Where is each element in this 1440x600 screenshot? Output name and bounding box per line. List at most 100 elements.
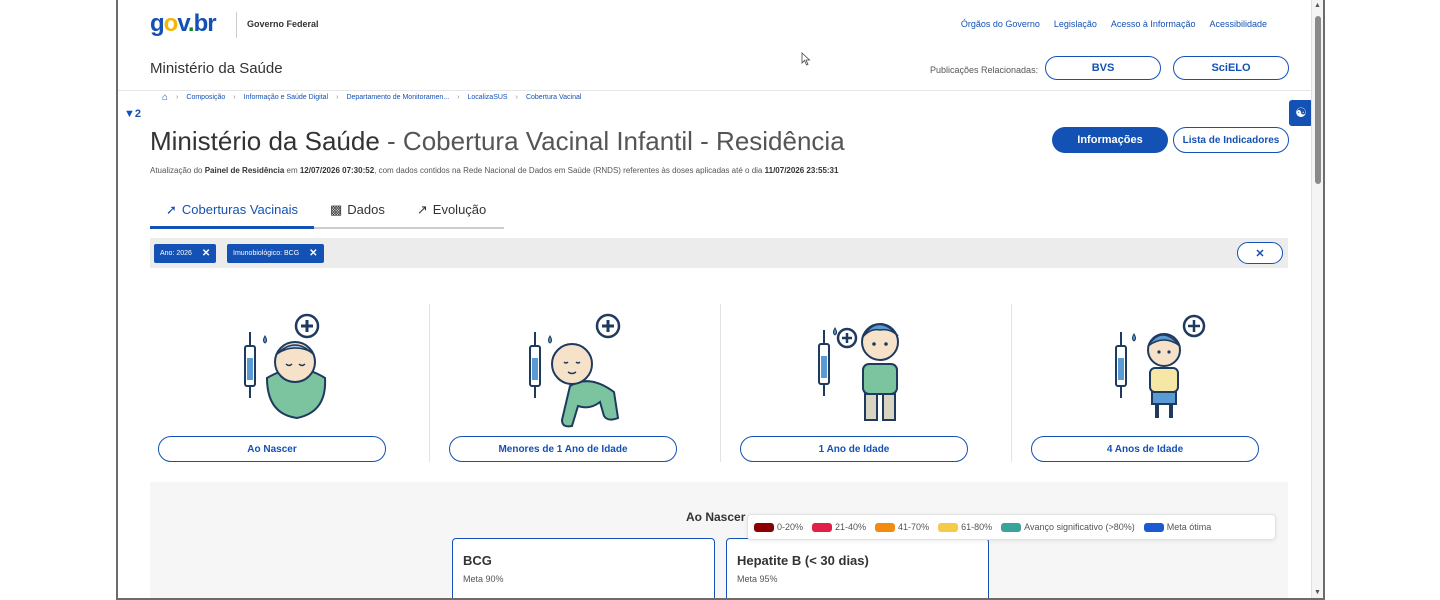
chevron-right-icon: › <box>515 94 518 101</box>
breadcrumb: ⌂ › Composição › Informação e Saúde Digi… <box>162 92 581 103</box>
breadcrumb-item[interactable]: Composição <box>186 94 225 101</box>
accessibility-icon[interactable]: ☯ <box>1289 100 1313 126</box>
age-card-ao-nascer: Ao Nascer <box>138 304 429 462</box>
legend-swatch <box>1001 522 1022 532</box>
legend-item: Meta ótima <box>1143 522 1212 532</box>
1-ano-button[interactable]: 1 Ano de Idade <box>740 436 968 462</box>
vaccine-name: Hepatite B (< 30 dias) <box>737 553 869 568</box>
chevron-right-icon: › <box>457 94 460 101</box>
filter-chip-ano[interactable]: Ano: 2026 ✕ <box>154 244 217 263</box>
ministry-name[interactable]: Ministério da Saúde <box>150 60 283 77</box>
legend-label: 41-70% <box>898 522 930 532</box>
update-panel: Painel de Residência <box>204 166 285 175</box>
chevron-right-icon: › <box>336 94 339 101</box>
crawling-baby-illustration-icon <box>528 313 620 428</box>
publications-label: Publicações Relacionadas: <box>930 65 1039 75</box>
tab-dados[interactable]: ▩ Dados <box>314 198 401 227</box>
legend-swatch <box>812 522 833 532</box>
legend-item: Avanço significativo (>80%) <box>1001 522 1135 532</box>
legend-item: 41-70% <box>875 522 929 532</box>
vaccine-meta: Meta 95% <box>737 574 778 584</box>
close-icon[interactable]: ✕ <box>202 248 210 259</box>
link-acesso-informacao[interactable]: Acesso à Informação <box>1111 19 1196 29</box>
chip-label: Ano: 2026 <box>160 250 192 257</box>
legend-label: Avanço significativo (>80%) <box>1024 522 1135 532</box>
update-text: Atualização do <box>150 166 205 175</box>
link-legislacao[interactable]: Legislação <box>1054 19 1097 29</box>
legend-item: 0-20% <box>754 522 803 532</box>
lista-indicadores-button[interactable]: Lista de Indicadores <box>1173 127 1289 153</box>
scrollbar-thumb[interactable] <box>1315 16 1321 184</box>
page-title-sub: Cobertura Vacinal Infantil - Residência <box>402 126 845 156</box>
card-divider <box>429 304 430 462</box>
home-icon[interactable]: ⌂ <box>162 92 168 103</box>
legend-swatch <box>754 522 774 532</box>
scroll-up-icon[interactable]: ▲ <box>1314 2 1321 9</box>
chevron-right-icon: › <box>176 94 179 101</box>
active-filters-bar: Ano: 2026 ✕ Imunobiológico: BCG ✕ ✕ <box>150 238 1288 268</box>
child-illustration-icon <box>1114 314 1205 418</box>
legend-label: 21-40% <box>835 522 867 532</box>
close-icon[interactable]: ✕ <box>309 248 317 259</box>
bvs-button[interactable]: BVS <box>1045 56 1161 80</box>
tab-label: Dados <box>347 202 385 217</box>
breadcrumb-item-current: Cobertura Vacinal <box>525 94 582 101</box>
scielo-button[interactable]: SciELO <box>1173 56 1289 80</box>
filter-count: 2 <box>134 108 142 120</box>
breadcrumb-item[interactable]: LocalizaSUS <box>468 94 508 101</box>
page-title: Ministério da Saúde - Cobertura Vacinal … <box>150 126 845 157</box>
bar-chart-icon: ▩ <box>330 202 343 217</box>
informacoes-button[interactable]: Informações <box>1052 127 1168 153</box>
mouse-cursor-icon <box>801 52 811 66</box>
vaccine-name: BCG <box>463 553 492 568</box>
update-text: , com dados contidos na Rede Nacional de… <box>374 166 765 175</box>
link-acessibilidade[interactable]: Acessibilidade <box>1209 19 1267 29</box>
syringe-icon: ➚ <box>166 202 177 217</box>
page-title-dash: - <box>379 126 403 156</box>
link-orgaos[interactable]: Órgãos do Governo <box>961 19 1040 29</box>
gov-label: Governo Federal <box>247 19 319 29</box>
breadcrumb-item[interactable]: Departamento de Monitoramen... <box>346 94 449 101</box>
filter-chip-imunobiologico[interactable]: Imunobiológico: BCG ✕ <box>227 244 324 263</box>
ao-nascer-button[interactable]: Ao Nascer <box>158 436 386 462</box>
vertical-scrollbar[interactable]: ▲ ▼ <box>1311 0 1323 598</box>
line-chart-icon: ↗ <box>416 202 428 217</box>
tab-bar: ➚ Coberturas Vacinais ▩ Dados ↗ Evolução <box>150 198 504 229</box>
tab-label: Coberturas Vacinais <box>181 202 298 217</box>
legend-swatch <box>1143 522 1164 532</box>
legend-swatch <box>938 522 959 532</box>
browser-window: gov.br Governo Federal Órgãos do Governo… <box>116 0 1325 600</box>
page-title-main: Ministério da Saúde <box>150 126 380 156</box>
scroll-down-icon[interactable]: ▼ <box>1314 589 1321 596</box>
legend-label: 61-80% <box>961 522 993 532</box>
data-cutoff-date: 11/07/2026 23:55:31 <box>764 166 839 175</box>
vaccine-card-hepatite-b[interactable]: Hepatite B (< 30 dias) Meta 95% <box>726 538 989 598</box>
age-card-1-ano: 1 Ano de Idade <box>720 304 1011 462</box>
age-card-4-anos: 4 Anos de Idade <box>1011 304 1302 462</box>
card-divider <box>1011 304 1012 462</box>
govbr-logo[interactable]: gov.br <box>150 10 217 38</box>
coverage-legend: 0-20% 21-40% 41-70% 61-80% Avanço signif… <box>747 514 1276 540</box>
legend-label: Meta ótima <box>1166 522 1212 532</box>
clear-filters-button[interactable]: ✕ <box>1237 242 1283 264</box>
update-info: Atualização do Painel de Residência em 1… <box>150 166 838 175</box>
tab-evolucao[interactable]: ↗ Evolução <box>401 198 502 227</box>
legend-item: 21-40% <box>812 522 866 532</box>
menores-1-ano-button[interactable]: Menores de 1 Ano de Idade <box>449 436 677 462</box>
filter-toggle-button[interactable]: ▼2 <box>124 108 141 120</box>
vaccines-panel: Ao Nascer <box>150 482 1288 598</box>
update-text: em <box>284 166 300 175</box>
chip-label: Imunobiológico: BCG <box>233 250 300 257</box>
chevron-right-icon: › <box>233 94 236 101</box>
toddler-illustration-icon <box>817 323 899 421</box>
vaccine-card-bcg[interactable]: BCG Meta 90% <box>452 538 715 598</box>
vaccine-meta: Meta 90% <box>463 574 504 584</box>
section-title: Ao Nascer <box>686 510 746 524</box>
logo-divider <box>236 12 237 38</box>
breadcrumb-item[interactable]: Informação e Saúde Digital <box>244 94 328 101</box>
legend-item: 61-80% <box>938 522 992 532</box>
card-divider <box>720 304 721 462</box>
tab-coberturas[interactable]: ➚ Coberturas Vacinais <box>150 198 314 229</box>
4-anos-button[interactable]: 4 Anos de Idade <box>1031 436 1259 462</box>
close-icon: ✕ <box>1255 247 1265 260</box>
